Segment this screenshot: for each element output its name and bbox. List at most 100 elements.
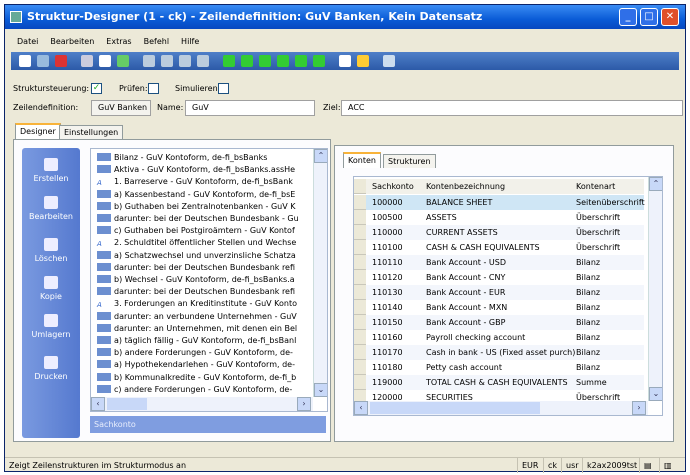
prev-icon[interactable] xyxy=(259,55,271,67)
grid-scroll-up[interactable]: ⌃ xyxy=(649,177,662,191)
table-row[interactable]: 110130 Bank Account - EUR Bilanz xyxy=(354,285,644,300)
filter-clear-icon[interactable] xyxy=(197,55,209,67)
prev-page-icon[interactable] xyxy=(241,55,253,67)
scroll-down-button[interactable]: ⌄ xyxy=(314,383,327,397)
ziel-field[interactable]: ACC xyxy=(341,100,683,116)
tree-node[interactable]: darunter: an verbundene Unternehmen - Gu… xyxy=(97,311,297,323)
next-page-icon[interactable] xyxy=(295,55,307,67)
tree-node[interactable]: darunter: bei der Deutschen Bundesbank -… xyxy=(97,213,299,225)
bearbeiten-button[interactable]: Bearbeiten xyxy=(22,196,80,221)
minimize-button[interactable]: _ xyxy=(619,8,637,26)
next-icon[interactable] xyxy=(277,55,289,67)
grid-scroll-thumb[interactable] xyxy=(370,402,540,414)
tree-node[interactable]: b) Kommunalkredite - GuV Kontoform, de-f… xyxy=(97,372,296,384)
database-icon[interactable]: ▤ xyxy=(639,458,656,473)
loeschen-button[interactable]: Löschen xyxy=(22,238,80,263)
export-icon[interactable] xyxy=(117,55,129,67)
erstellen-button[interactable]: Erstellen xyxy=(22,158,80,183)
close-button[interactable]: ✕ xyxy=(661,8,679,26)
alert-icon[interactable] xyxy=(357,55,369,67)
table-row[interactable]: 110120 Bank Account - CNY Bilanz xyxy=(354,270,644,285)
tree-node[interactable]: b) andere Forderungen - GuV Kontoform, d… xyxy=(97,347,293,359)
first-icon[interactable] xyxy=(223,55,235,67)
tree-node[interactable]: c) Guthaben bei Postgiroämtern - GuV Kon… xyxy=(97,225,295,237)
col-kontenbezeichnung[interactable]: Kontenbezeichnung xyxy=(426,179,505,194)
new-icon[interactable] xyxy=(19,55,31,67)
tree-node[interactable]: a) Hypothekendarlehen - GuV Kontoform, d… xyxy=(97,359,295,371)
print-icon[interactable] xyxy=(81,55,93,67)
grid-scroll-right[interactable]: › xyxy=(632,401,646,415)
grid-vertical-scrollbar[interactable]: ⌃ ⌄ xyxy=(648,177,662,401)
name-field[interactable]: GuV xyxy=(185,100,315,116)
tree-horizontal-scrollbar[interactable]: ‹ › xyxy=(91,397,313,411)
table-row[interactable]: 100500 ASSETS Überschrift xyxy=(354,210,644,225)
grid-horizontal-scrollbar[interactable]: ‹ › xyxy=(354,401,648,415)
drucken-button[interactable]: Drucken xyxy=(22,356,80,381)
grid-scroll-down[interactable]: ⌄ xyxy=(649,387,662,401)
kopie-button[interactable]: Kopie xyxy=(22,276,80,301)
table-row[interactable]: 110180 Petty cash account Bilanz xyxy=(354,360,644,375)
scroll-up-button[interactable]: ⌃ xyxy=(314,149,327,163)
menu-bearbeiten[interactable]: Bearbeiten xyxy=(50,37,94,46)
last-icon[interactable] xyxy=(313,55,325,67)
tree-node[interactable]: A 2. Schuldtitel öffentlicher Stellen und… xyxy=(97,237,296,249)
filter-icon[interactable] xyxy=(143,55,155,67)
menu-hilfe[interactable]: Hilfe xyxy=(181,37,199,46)
tree-node[interactable]: b) Wechsel - GuV Kontoform, de-fi_bsBank… xyxy=(97,274,295,286)
tree-node-label: darunter: an verbundene Unternehmen - Gu… xyxy=(114,311,297,321)
tab-konten[interactable]: Konten xyxy=(343,152,381,168)
help-icon[interactable] xyxy=(383,55,395,67)
umlagern-button[interactable]: Umlagern xyxy=(22,314,80,339)
tree-node[interactable]: a) Schatzwechsel und unverzinsliche Scha… xyxy=(97,250,296,262)
menu-datei[interactable]: Datei xyxy=(17,37,38,46)
table-row[interactable]: 110160 Payroll checking account Bilanz xyxy=(354,330,644,345)
pruefen-checkbox[interactable] xyxy=(148,83,159,94)
tree-node[interactable]: darunter: bei der Deutschen Bundesbank r… xyxy=(97,262,295,274)
tab-designer[interactable]: Designer xyxy=(15,123,61,139)
accounts-grid[interactable]: Sachkonto Kontenbezeichnung Kontenart 10… xyxy=(353,176,663,416)
table-row[interactable]: 110170 Cash in bank - US (Fixed asset pur… xyxy=(354,345,644,360)
grid-scroll-left[interactable]: ‹ xyxy=(354,401,368,415)
struktursteuerung-checkbox[interactable]: ✓ xyxy=(91,83,102,94)
delete-icon[interactable] xyxy=(55,55,67,67)
database-status-icon[interactable]: ▥ xyxy=(659,458,676,473)
scroll-thumb[interactable] xyxy=(107,398,147,410)
table-row[interactable]: 110140 Bank Account - MXN Bilanz xyxy=(354,300,644,315)
col-kontenart[interactable]: Kontenart xyxy=(576,179,615,194)
heading-node-icon: A xyxy=(97,299,111,310)
col-sachkonto[interactable]: Sachkonto xyxy=(372,179,414,194)
table-row[interactable]: 110110 Bank Account - USD Bilanz xyxy=(354,255,644,270)
tree-node[interactable]: a) täglich fällig - GuV Kontoform, de-fi… xyxy=(97,335,296,347)
scroll-right-button[interactable]: › xyxy=(297,397,311,411)
simulieren-checkbox[interactable] xyxy=(218,83,229,94)
tree-node[interactable]: a) Kassenbestand - GuV Kontoform, de-fi_… xyxy=(97,189,295,201)
save-icon[interactable] xyxy=(37,55,49,67)
tree-node[interactable]: A 3. Forderungen an Kreditinstitute - GuV… xyxy=(97,298,297,310)
tree-node[interactable]: Bilanz - GuV Kontoform, de-fi_bsBanks xyxy=(97,152,267,164)
table-row[interactable]: 110150 Bank Account - GBP Bilanz xyxy=(354,315,644,330)
table-row[interactable]: 110100 CASH & CASH EQUIVALENTS Überschrift xyxy=(354,240,644,255)
tab-einstellungen[interactable]: Einstellungen xyxy=(59,125,124,139)
maximize-button[interactable]: □ xyxy=(640,8,658,26)
tree-node[interactable]: c) andere Forderungen - GuV Kontoform, d… xyxy=(97,384,292,396)
tab-strukturen[interactable]: Strukturen xyxy=(383,154,436,168)
table-row[interactable]: 100000 BALANCE SHEET Seitenüberschrift xyxy=(354,195,645,210)
tree-node[interactable]: darunter: bei der Deutschen Bundesbank r… xyxy=(97,286,295,298)
tree-vertical-scrollbar[interactable]: ⌃ ⌄ xyxy=(313,149,327,397)
zeilendefinition-field[interactable]: GuV Banken xyxy=(91,100,151,116)
menu-extras[interactable]: Extras xyxy=(106,37,131,46)
filter-edit-icon[interactable] xyxy=(179,55,191,67)
scroll-left-button[interactable]: ‹ xyxy=(91,397,105,411)
tree-node[interactable]: A 1. Barreserve - GuV Kontoform, de-fi_bs… xyxy=(97,176,293,188)
preview-icon[interactable] xyxy=(99,55,111,67)
table-row[interactable]: 119000 TOTAL CASH & CASH EQUIVALENTS Summe xyxy=(354,375,644,390)
filter-advanced-icon[interactable] xyxy=(161,55,173,67)
edit-icon xyxy=(44,196,58,209)
menu-befehl[interactable]: Befehl xyxy=(144,37,169,46)
document-icon[interactable] xyxy=(339,55,351,67)
tree-node[interactable]: darunter: an Unternehmen, mit denen ein … xyxy=(97,323,297,335)
tree-node[interactable]: b) Guthaben bei Zentralnotenbanken - GuV… xyxy=(97,201,296,213)
structure-tree[interactable]: Bilanz - GuV Kontoform, de-fi_bsBanks Akt… xyxy=(90,148,328,412)
table-row[interactable]: 110000 CURRENT ASSETS Überschrift xyxy=(354,225,644,240)
tree-node[interactable]: Aktiva - GuV Kontoform, de-fi_bsBanks.as… xyxy=(97,164,295,176)
